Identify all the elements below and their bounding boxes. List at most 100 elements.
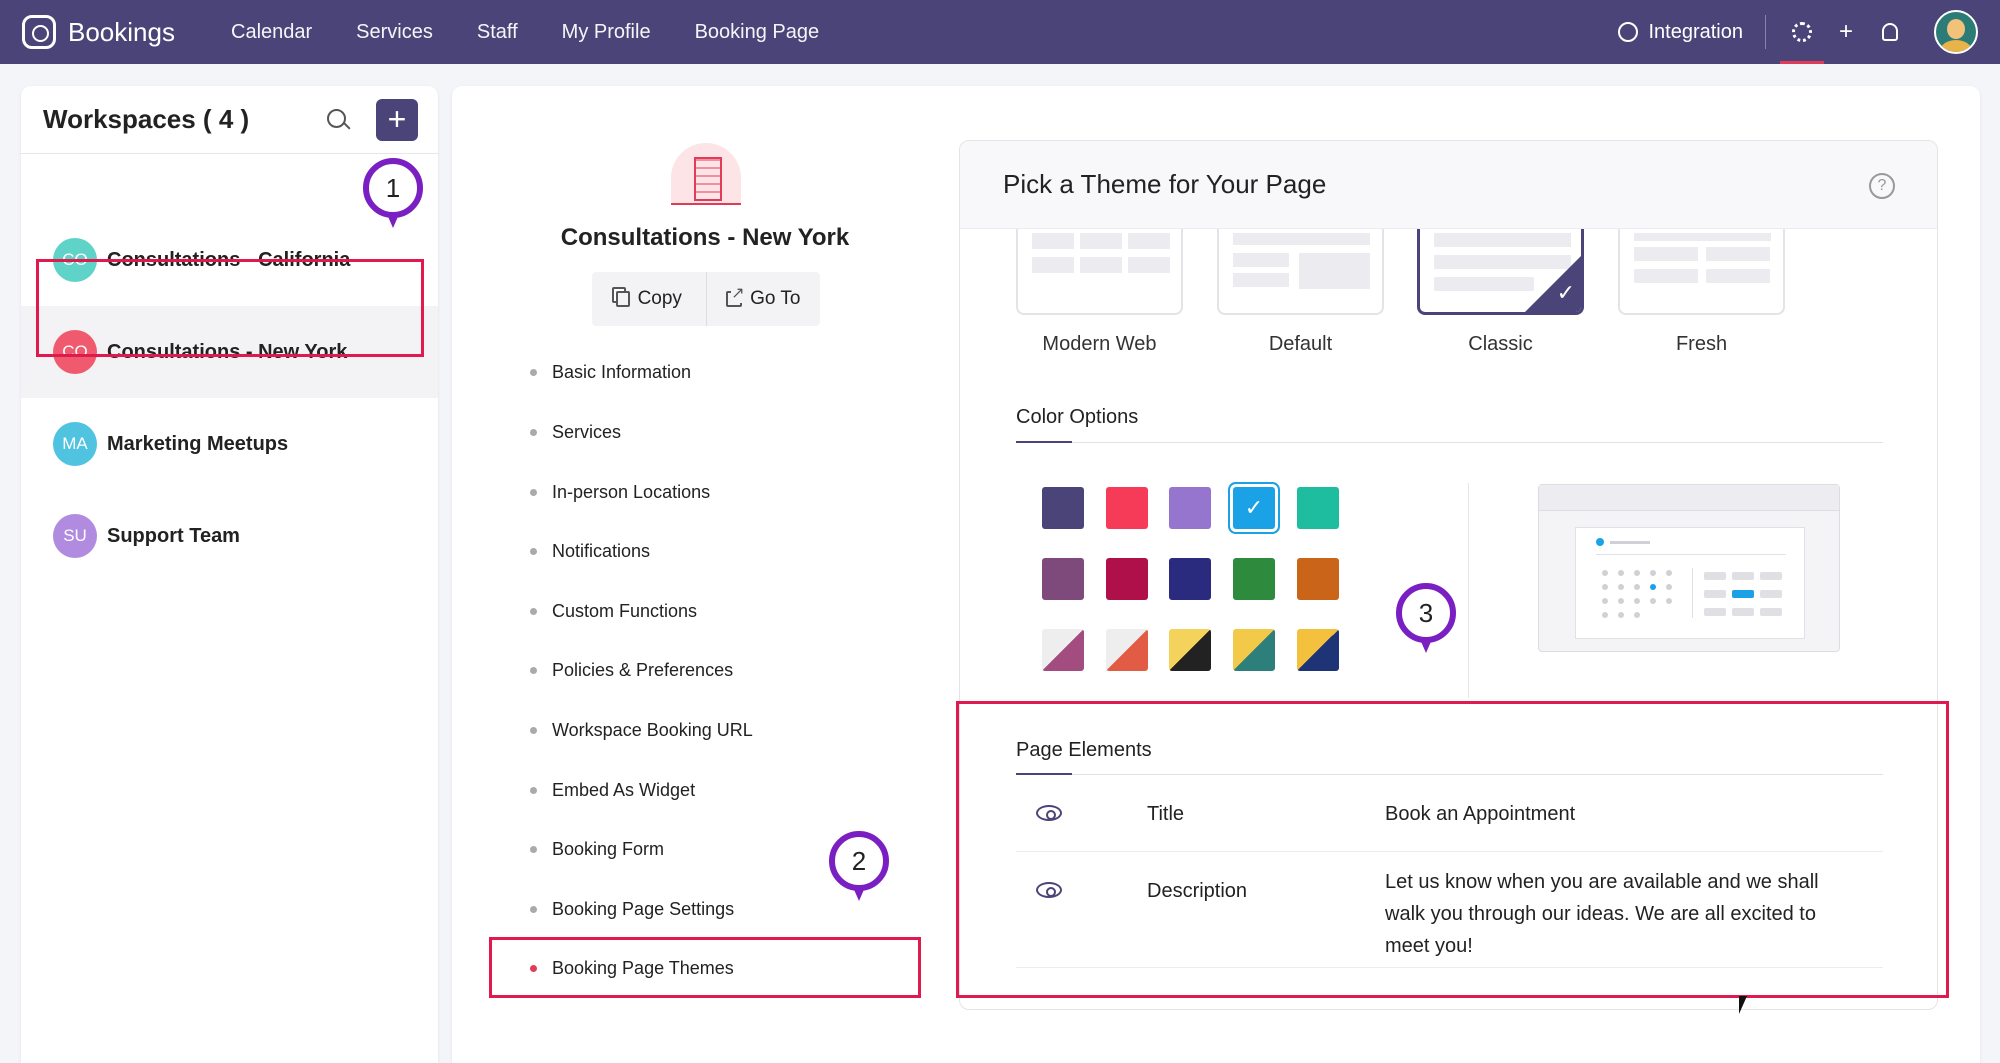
highlight-box bbox=[489, 937, 921, 998]
highlight-box bbox=[36, 259, 424, 357]
highlight-box bbox=[956, 701, 1949, 998]
bullet bbox=[530, 667, 537, 674]
menu-label: Embed As Widget bbox=[552, 780, 696, 800]
add-workspace-button[interactable]: + bbox=[376, 98, 418, 141]
bullet bbox=[530, 429, 537, 436]
menu-workspace-booking-url[interactable]: Workspace Booking URL bbox=[530, 720, 910, 741]
color-swatch[interactable] bbox=[1042, 629, 1084, 671]
menu-services[interactable]: Services bbox=[530, 422, 910, 443]
workspaces-title: Workspaces ( 4 ) bbox=[43, 104, 250, 134]
workspace-avatar: MA bbox=[53, 422, 97, 466]
theme-thumb-classic[interactable]: ✓ bbox=[1417, 229, 1584, 315]
theme-label: Default bbox=[1268, 333, 1333, 355]
integration-label: Integration bbox=[1648, 20, 1743, 43]
theme-heading: Pick a Theme for Your Page bbox=[1003, 169, 1327, 199]
nav-calendar[interactable]: Calendar bbox=[231, 21, 312, 44]
divider bbox=[1765, 15, 1766, 49]
check-icon: ✓ bbox=[1556, 280, 1575, 305]
menu-label: In-person Locations bbox=[552, 482, 711, 502]
bullet bbox=[530, 787, 537, 794]
bookings-logo-icon bbox=[22, 15, 56, 49]
copy-label: Copy bbox=[637, 288, 682, 309]
color-swatch[interactable] bbox=[1297, 558, 1339, 600]
avatar[interactable] bbox=[1934, 10, 1978, 54]
help-icon[interactable]: ? bbox=[1869, 173, 1895, 199]
nav-staff[interactable]: Staff bbox=[477, 21, 518, 44]
plus-icon: + bbox=[1838, 18, 1853, 45]
theme-thumb-default[interactable] bbox=[1217, 229, 1384, 315]
color-swatch[interactable] bbox=[1106, 629, 1148, 671]
workspace-title: Consultations - New York bbox=[560, 224, 850, 251]
theme-header: Pick a Theme for Your Page ? bbox=[960, 141, 1937, 229]
menu-label: Services bbox=[552, 422, 622, 442]
workspace-item[interactable]: SU Support Team bbox=[21, 490, 438, 582]
color-swatch[interactable] bbox=[1233, 629, 1275, 671]
menu-label: Custom Functions bbox=[552, 601, 698, 621]
copy-button[interactable]: Copy bbox=[592, 272, 706, 326]
color-swatch[interactable] bbox=[1106, 558, 1148, 600]
workspace-name: Support Team bbox=[107, 524, 240, 547]
bullet bbox=[530, 906, 537, 913]
workspaces-panel: Workspaces ( 4 ) + CO Consultations - Ca… bbox=[21, 86, 438, 1063]
theme-label-selected: Classic bbox=[1468, 333, 1533, 355]
gear-icon bbox=[1792, 22, 1812, 42]
search-icon[interactable] bbox=[320, 102, 356, 138]
bullet bbox=[530, 608, 537, 615]
callout-marker: 1 bbox=[363, 158, 423, 228]
menu-notifications[interactable]: Notifications bbox=[530, 541, 910, 562]
menu-label: Booking Page Settings bbox=[552, 899, 735, 919]
menu-label: Workspace Booking URL bbox=[552, 720, 753, 740]
color-swatch[interactable] bbox=[1169, 629, 1211, 671]
main-nav: Calendar Services Staff My Profile Booki… bbox=[231, 0, 819, 64]
callout-marker: 2 bbox=[829, 831, 889, 901]
copy-goto-group: Copy Go To bbox=[592, 272, 820, 326]
nav-my-profile[interactable]: My Profile bbox=[562, 21, 651, 44]
theme-thumb-modern-web[interactable] bbox=[1016, 229, 1183, 315]
color-swatch[interactable] bbox=[1233, 558, 1275, 600]
bell-icon bbox=[1882, 23, 1898, 41]
menu-custom-functions[interactable]: Custom Functions bbox=[530, 601, 910, 622]
color-swatch[interactable] bbox=[1106, 487, 1148, 529]
workspace-avatar: SU bbox=[53, 514, 97, 558]
nav-booking-page[interactable]: Booking Page bbox=[695, 21, 820, 44]
goto-label: Go To bbox=[750, 288, 801, 309]
external-link-icon bbox=[726, 283, 745, 307]
color-swatch[interactable] bbox=[1297, 487, 1339, 529]
theme-preview bbox=[1538, 484, 1840, 652]
theme-thumb-fresh[interactable] bbox=[1618, 229, 1785, 315]
mouse-cursor-icon bbox=[1739, 996, 1747, 1014]
menu-label: Notifications bbox=[552, 541, 651, 561]
nav-services[interactable]: Services bbox=[356, 21, 433, 44]
color-swatch-selected[interactable]: ✓ bbox=[1233, 487, 1275, 529]
menu-in-person-locations[interactable]: In-person Locations bbox=[530, 482, 910, 503]
goto-button[interactable]: Go To bbox=[705, 272, 821, 326]
building-icon bbox=[671, 143, 741, 205]
check-icon: ✓ bbox=[1244, 495, 1264, 520]
color-swatch[interactable] bbox=[1042, 558, 1084, 600]
color-swatch[interactable] bbox=[1042, 487, 1084, 529]
bullet bbox=[530, 489, 537, 496]
top-navbar: Bookings Calendar Services Staff My Prof… bbox=[0, 0, 2000, 64]
notifications-button[interactable] bbox=[1868, 0, 1912, 64]
menu-booking-page-settings[interactable]: Booking Page Settings bbox=[530, 899, 910, 920]
settings-button[interactable] bbox=[1780, 0, 1824, 64]
bullet bbox=[530, 727, 537, 734]
bullet bbox=[530, 548, 537, 555]
brand[interactable]: Bookings bbox=[22, 14, 175, 50]
menu-basic-information[interactable]: Basic Information bbox=[530, 362, 910, 383]
menu-label: Basic Information bbox=[552, 362, 692, 382]
color-swatch[interactable] bbox=[1169, 558, 1211, 600]
copy-icon bbox=[615, 291, 630, 307]
color-swatch[interactable] bbox=[1297, 629, 1339, 671]
divider bbox=[1468, 483, 1469, 698]
color-swatch[interactable] bbox=[1169, 487, 1211, 529]
callout-marker: 3 bbox=[1396, 583, 1456, 653]
menu-embed-as-widget[interactable]: Embed As Widget bbox=[530, 780, 910, 801]
menu-label: Policies & Preferences bbox=[552, 660, 734, 680]
workspace-item[interactable]: MA Marketing Meetups bbox=[21, 398, 438, 490]
menu-policies-preferences[interactable]: Policies & Preferences bbox=[530, 660, 910, 681]
add-button[interactable]: + bbox=[1824, 0, 1868, 64]
app-name: Bookings bbox=[68, 16, 175, 47]
integration-button[interactable]: Integration bbox=[1618, 21, 1743, 44]
integration-icon bbox=[1618, 22, 1639, 42]
